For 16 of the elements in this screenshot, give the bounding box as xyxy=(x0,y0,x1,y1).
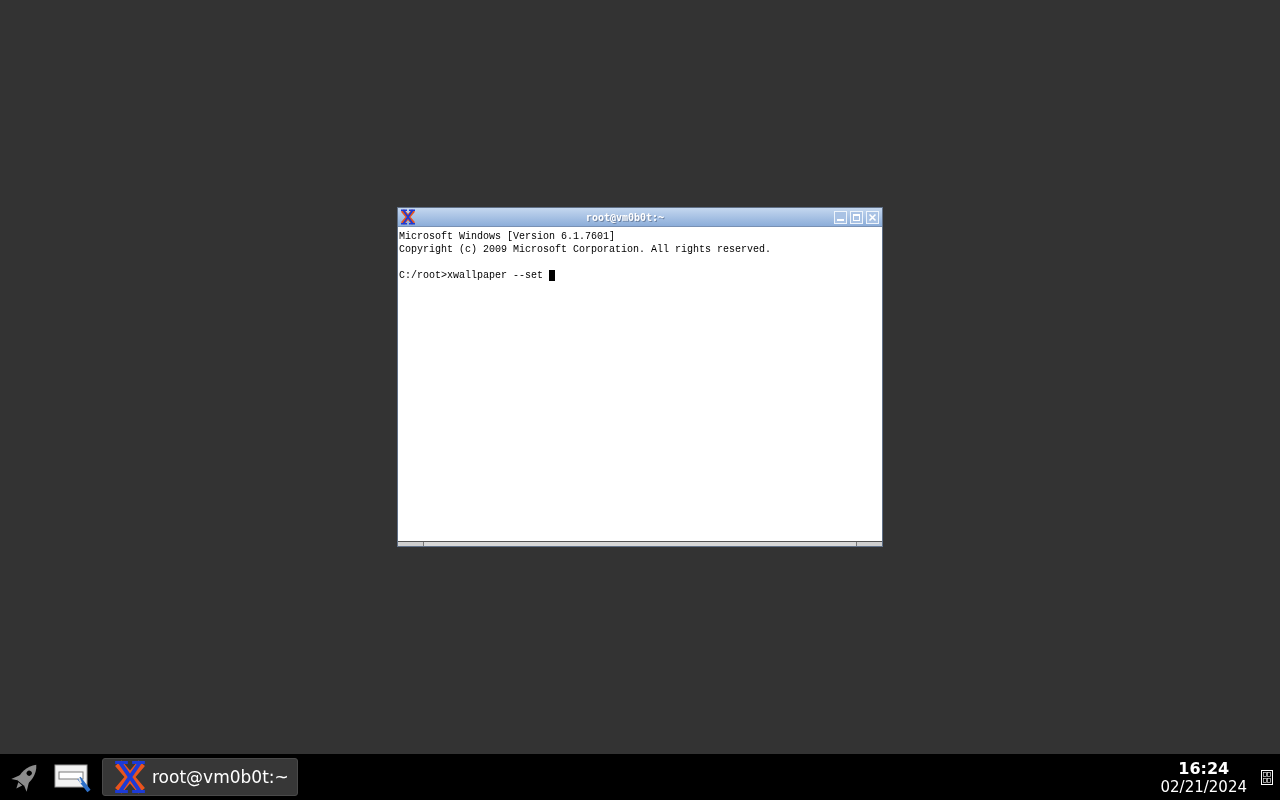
command-line: C:/root>xwallpaper --set xyxy=(399,269,544,282)
terminal-output-line: Copyright (c) 2009 Microsoft Corporation. All rights reserved. xyxy=(399,243,772,256)
taskbar-task[interactable]: root@vm0b0t:~ xyxy=(102,758,298,796)
text-cursor-icon xyxy=(549,270,556,281)
clock-time: 16:24 xyxy=(1178,758,1230,778)
x-logo-icon xyxy=(400,209,416,225)
x-logo-icon xyxy=(113,760,147,794)
missing-glyph-icon[interactable] xyxy=(1261,769,1273,785)
clock-date: 02/21/2024 xyxy=(1160,777,1247,796)
terminal-output-line: Microsoft Windows [Version 6.1.7601] xyxy=(399,230,616,243)
resize-handle[interactable] xyxy=(856,542,882,546)
maximize-button[interactable] xyxy=(850,210,863,224)
window-title: root@vm0b0t:~ xyxy=(584,211,666,223)
minimize-button[interactable] xyxy=(834,210,847,224)
close-button[interactable] xyxy=(866,210,879,224)
resize-handle[interactable] xyxy=(398,542,424,546)
